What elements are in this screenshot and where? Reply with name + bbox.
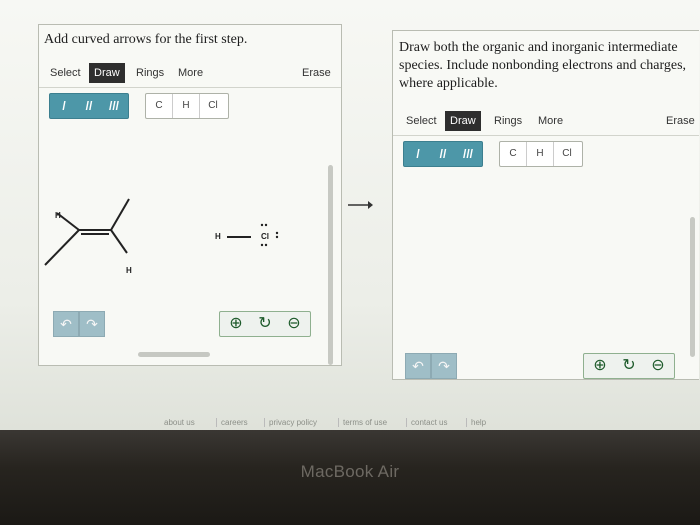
left-vertical-scrollbar[interactable] [328,165,333,365]
left-prompt: Add curved arrows for the first step. [44,32,248,47]
right-sketcher-panel: Draw both the organic and inorganic inte… [392,30,699,380]
select-tab[interactable]: Select [45,63,86,83]
footer-link-help[interactable]: help [466,418,486,427]
redo-icon[interactable]: ↷ [79,311,105,337]
left-zoom-controls: ⊕ ↻ ⊖ [219,311,311,337]
triple-bond-button[interactable]: /// [456,142,480,166]
undo-icon[interactable]: ↶ [53,311,79,337]
chlorine-lone-pairs [260,223,279,247]
footer-links: about us careers privacy policy terms of… [160,418,520,430]
carbon-atom-button[interactable]: C [500,142,527,166]
bond-button-group: / // /// [49,93,129,119]
footer-link-terms[interactable]: terms of use [338,418,387,427]
right-toolbar: Select Draw Rings More Erase [393,107,699,136]
erase-button[interactable]: Erase [297,63,336,83]
zoom-in-icon[interactable]: ⊕ [586,354,614,378]
reaction-arrow-icon [348,201,373,209]
device-label: MacBook Air [300,462,400,481]
chlorine-atom-button[interactable]: Cl [200,94,226,118]
right-zoom-controls: ⊕ ↻ ⊖ [583,353,675,379]
double-bond-button[interactable]: // [77,94,101,118]
rings-tab[interactable]: Rings [131,63,169,83]
zoom-reset-icon[interactable]: ↻ [251,312,279,336]
footer-link-contact[interactable]: contact us [406,418,447,427]
footer-link-about[interactable]: about us [160,418,195,427]
single-bond-button[interactable]: / [406,142,430,166]
footer-link-careers[interactable]: careers [216,418,248,427]
rings-tab[interactable]: Rings [489,111,527,131]
zoom-in-icon[interactable]: ⊕ [222,312,250,336]
erase-button[interactable]: Erase [661,111,700,131]
right-vertical-scrollbar[interactable] [690,217,695,357]
bond-button-group: / // /// [403,141,483,167]
right-drawing-canvas[interactable]: ↶ ↷ ⊕ ↻ ⊖ [393,175,699,379]
triple-bond-button[interactable]: /// [102,94,126,118]
draw-tab[interactable]: Draw [445,111,481,131]
chlorine-atom-button[interactable]: Cl [554,142,580,166]
left-toolbar: Select Draw Rings More Erase [39,59,341,88]
left-drawing-canvas[interactable]: H H H Cl ↶ ↷ ⊕ ↻ ⊖ [39,125,341,365]
zoom-out-icon[interactable]: ⊖ [644,354,672,378]
double-bond-button[interactable]: // [431,142,455,166]
left-sketcher-panel: Add curved arrows for the first step. Se… [38,24,342,366]
laptop-bezel: MacBook Air [0,430,700,525]
hydrogen-atom-button[interactable]: H [173,94,200,118]
atom-button-group: C H Cl [145,93,229,119]
hydrogen-label-bottom: H [126,266,132,275]
zoom-out-icon[interactable]: ⊖ [280,312,308,336]
draw-tab[interactable]: Draw [89,63,125,83]
hydrogen-label-top: H [55,211,61,220]
screen: Add curved arrows for the first step. Se… [0,0,700,430]
hydrogen-atom-button[interactable]: H [527,142,554,166]
atom-button-group: C H Cl [499,141,583,167]
footer-link-privacy[interactable]: privacy policy [264,418,317,427]
carbon-atom-button[interactable]: C [146,94,173,118]
redo-icon[interactable]: ↷ [431,353,457,379]
more-tab[interactable]: More [533,111,568,131]
select-tab[interactable]: Select [401,111,442,131]
more-tab[interactable]: More [173,63,208,83]
undo-icon[interactable]: ↶ [405,353,431,379]
hcl-hydrogen-label: H [215,232,221,241]
left-horizontal-scrollbar[interactable] [138,352,210,357]
right-prompt: Draw both the organic and inorganic inte… [399,40,687,91]
zoom-reset-icon[interactable]: ↻ [615,354,643,378]
single-bond-button[interactable]: / [52,94,76,118]
